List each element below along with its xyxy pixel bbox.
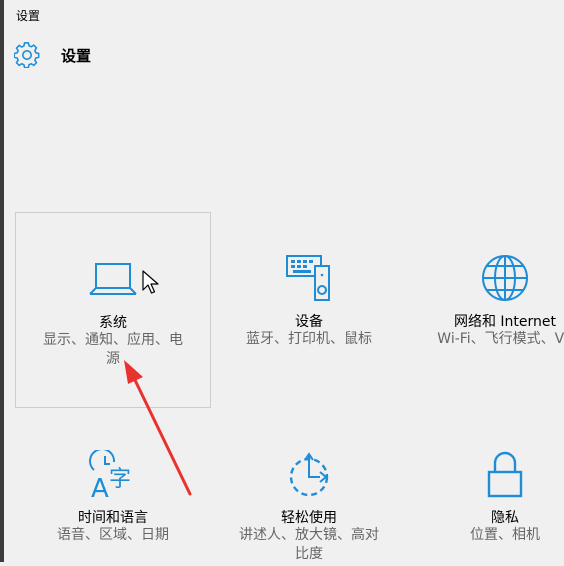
annotation-arrow-icon bbox=[0, 0, 564, 566]
